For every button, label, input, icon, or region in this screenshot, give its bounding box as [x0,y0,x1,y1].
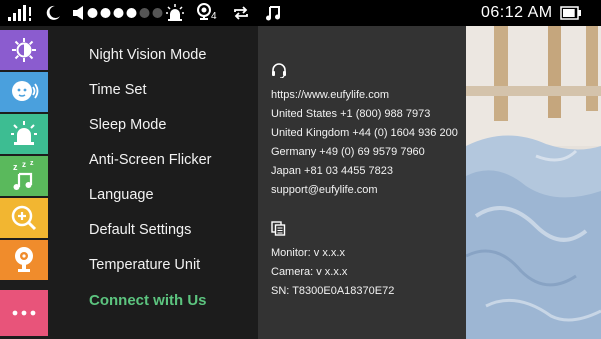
more-button[interactable] [0,290,48,336]
alarm-icon [166,0,184,26]
volume-dot [139,8,150,18]
volume-dot [126,8,137,18]
camera-icon [197,0,211,26]
contact-panel: https://www.eufylife.com United States +… [258,26,466,339]
moon-icon [45,0,61,26]
headset-icon [271,62,287,81]
settings-menu: Night Vision Mode Time Set Sleep Mode An… [50,26,258,339]
brightness-icon [12,38,36,62]
baby-talk-icon [12,81,39,101]
volume-dot [100,8,111,18]
zoom-button[interactable] [0,198,48,238]
menu-item-night-vision-mode[interactable]: Night Vision Mode [89,47,206,63]
clock-time: 06:12 AM [481,4,553,21]
menu-item-connect-with-us[interactable]: Connect with Us [89,292,207,309]
monitor-screen: 4 06:12 AM z z z Night Vision Mode Time … [0,0,601,339]
music-note-icon [265,0,281,26]
copy-icon [271,221,286,239]
menu-item-temperature-unit[interactable]: Temperature Unit [89,257,200,273]
camera-version: Camera: v x.x.x [271,266,348,278]
phone-japan: Japan +81 03 4455 7823 [271,165,394,177]
status-bar: 4 06:12 AM [0,0,601,26]
brightness-button[interactable] [0,30,48,70]
phone-uk: United Kingdom +44 (0) 1604 936 200 [271,127,458,139]
menu-item-anti-screen-flicker[interactable]: Anti-Screen Flicker [89,152,211,168]
phone-us: United States +1 (800) 988 7973 [271,108,431,120]
volume-level-dots [87,0,165,26]
repeat-icon [233,0,249,26]
camera-button[interactable] [0,240,48,280]
volume-dot [113,8,124,18]
more-dots-icon [12,310,36,316]
menu-item-sleep-mode[interactable]: Sleep Mode [89,117,166,133]
svg-text:z: z [30,161,34,167]
sidebar: z z z [0,26,50,339]
zoom-icon [11,205,37,231]
svg-text:z: z [22,161,26,169]
phone-germany: Germany +49 (0) 69 9579 7960 [271,146,425,158]
svg-text:z: z [13,162,18,172]
camera-icon [15,247,33,272]
battery-icon [560,0,582,26]
volume-dot [152,8,163,18]
siren-icon [11,121,37,145]
signal-icon [7,0,33,26]
alarm-button[interactable] [0,114,48,154]
website-url[interactable]: https://www.eufylife.com [271,89,389,101]
camera-feed-preview [466,26,601,339]
monitor-version: Monitor: v x.x.x [271,247,345,259]
support-email[interactable]: support@eufylife.com [271,184,378,196]
menu-item-default-settings[interactable]: Default Settings [89,222,191,238]
volume-dot [87,8,98,18]
volume-icon [72,0,86,26]
menu-item-language[interactable]: Language [89,187,154,203]
lullaby-button[interactable]: z z z [0,156,48,196]
talk-button[interactable] [0,72,48,112]
menu-item-time-set[interactable]: Time Set [89,82,146,98]
serial-number: SN: T8300E0A18370E72 [271,285,395,297]
lullaby-music-icon: z z z [13,161,34,190]
